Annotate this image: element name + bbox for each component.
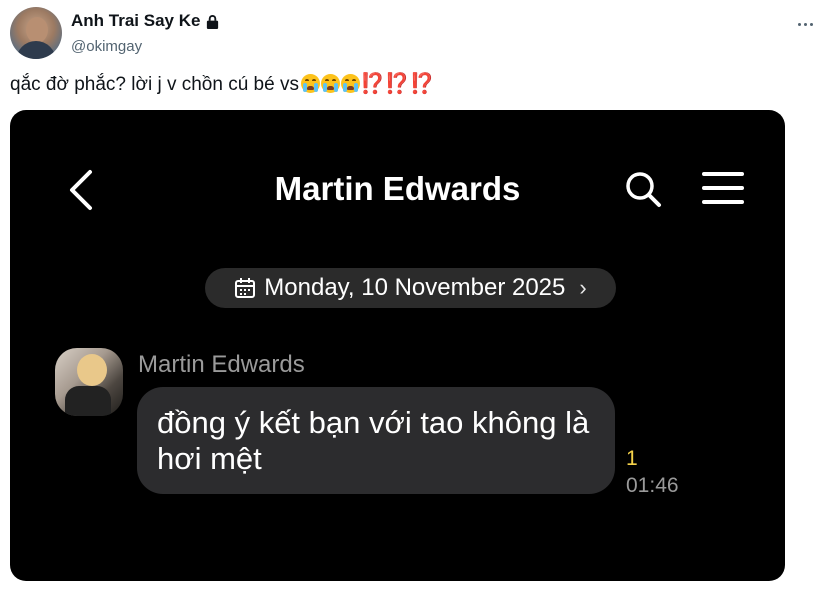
author-avatar[interactable]: [10, 7, 62, 59]
lock-icon: [207, 14, 219, 29]
chevron-right-icon: ›: [579, 275, 587, 300]
message-text-line-1: đồng ý kết bạn với tao không là: [157, 405, 590, 440]
avatar-face: [26, 17, 48, 43]
loudly-crying-face-icon: [300, 74, 320, 93]
interrobang-3: ⁉️: [409, 73, 435, 95]
chat-date: Monday, 10 November 2025: [264, 274, 566, 301]
more-options-icon[interactable]: [794, 16, 816, 32]
author-handle[interactable]: @okimgay: [71, 38, 142, 55]
message-bubble: đồng ý kết bạn với tao không là hơi mệt: [137, 387, 615, 494]
post-text-body: qắc đờ phắc? lời j v chồn cú bé vs: [10, 74, 299, 95]
message-time: 01:46: [626, 474, 679, 497]
author-name[interactable]: Anh Trai Say Ke: [71, 11, 200, 31]
interrobang-2: ⁉️: [384, 73, 410, 95]
avatar-shirt: [16, 41, 56, 59]
post-text: qắc đờ phắc? lời j v chồn cú bé vs ⁉️⁉️⁉…: [10, 71, 435, 96]
loudly-crying-face-icon: [320, 74, 340, 93]
date-divider: Monday, 10 November 2025 ›: [205, 268, 616, 308]
crying-emoji-group: [300, 74, 360, 93]
search-icon: [626, 172, 661, 207]
chat-title: Martin Edwards: [274, 170, 521, 207]
loudly-crying-face-icon: [340, 74, 360, 93]
attached-image[interactable]: Martin Edwards Monday, 10 November 2025 …: [10, 110, 785, 581]
message-text-line-2: hơi mệt: [157, 441, 262, 476]
unread-count: 1: [626, 447, 638, 470]
calendar-icon: [235, 278, 256, 298]
interrobang-1: ⁉️: [359, 73, 385, 95]
sender-avatar: [55, 348, 123, 416]
hamburger-menu-icon: [702, 172, 744, 204]
sender-name: Martin Edwards: [138, 351, 305, 378]
author-name-row[interactable]: Anh Trai Say Ke: [71, 11, 220, 31]
